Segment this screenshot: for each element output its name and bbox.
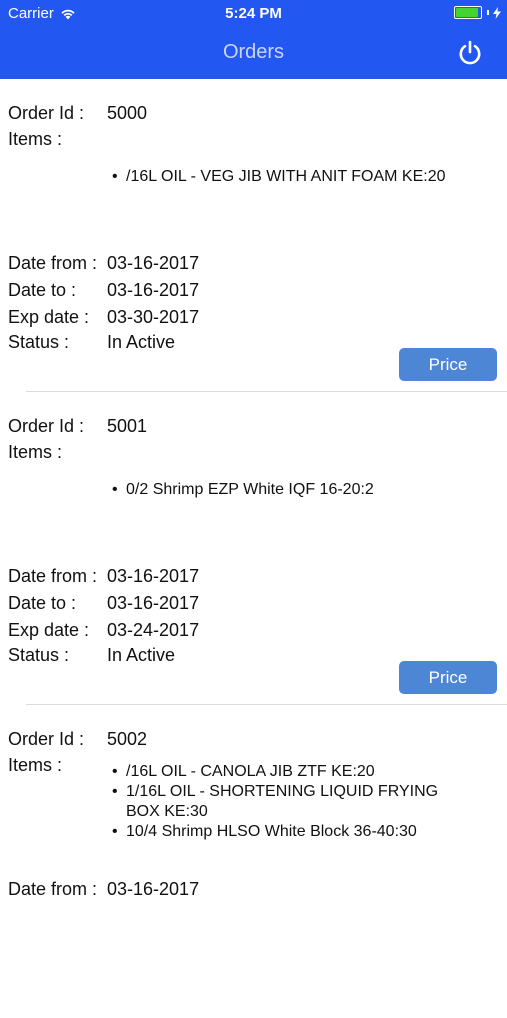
power-icon bbox=[459, 40, 481, 65]
status-value: In Active bbox=[107, 645, 176, 665]
exp-date-row: Exp date : 03-30-2017 bbox=[8, 305, 199, 329]
status-label: Status : bbox=[8, 645, 70, 665]
exp-date-label: Exp date : bbox=[8, 307, 90, 327]
battery-level bbox=[456, 8, 478, 17]
date-from-value: 03-16-2017 bbox=[107, 253, 200, 273]
list-item: 0/2 Shrimp EZP White IQF 16-20:2 bbox=[112, 480, 462, 500]
date-from-row: Date from : 03-16-2017 bbox=[8, 564, 199, 588]
items-list: /16L OIL - CANOLA JIB ZTF KE:20 1/16L OI… bbox=[112, 762, 462, 842]
status-row: Status : In Active bbox=[8, 330, 175, 354]
order-id-row: Order Id : 5001 bbox=[8, 414, 147, 438]
price-button[interactable]: Price bbox=[399, 348, 497, 381]
list-item: /16L OIL - CANOLA JIB ZTF KE:20 bbox=[112, 762, 462, 782]
date-from-row: Date from : 03-16-2017 bbox=[8, 877, 199, 901]
logout-button[interactable] bbox=[457, 40, 483, 66]
items-list: 0/2 Shrimp EZP White IQF 16-20:2 bbox=[112, 480, 462, 500]
battery-icon bbox=[454, 6, 482, 19]
exp-date-value: 03-24-2017 bbox=[107, 620, 200, 640]
page-title: Orders bbox=[222, 41, 285, 63]
list-item: 1/16L OIL - SHORTENING LIQUID FRYING BOX… bbox=[112, 782, 462, 822]
order-card[interactable]: Order Id : 5001 Items : 0/2 Shrimp EZP W… bbox=[0, 392, 507, 705]
items-list: /16L OIL - VEG JIB WITH ANIT FOAM KE:20 bbox=[112, 167, 462, 187]
charging-bolt-icon bbox=[493, 6, 501, 19]
order-id-label: Order Id : bbox=[8, 103, 85, 123]
order-card[interactable]: Order Id : 5000 Items : /16L OIL - VEG J… bbox=[0, 79, 507, 392]
app-header: Carrier 5:24 PM Orders bbox=[0, 0, 507, 79]
items-row: Items : bbox=[8, 127, 107, 151]
date-from-row: Date from : 03-16-2017 bbox=[8, 251, 199, 275]
navigation-bar: Orders bbox=[0, 28, 507, 79]
order-id-row: Order Id : 5002 bbox=[8, 727, 147, 751]
items-row: Items : bbox=[8, 440, 107, 464]
order-card[interactable]: Order Id : 5002 Items : /16L OIL - CANOL… bbox=[0, 705, 507, 1018]
order-id-value: 5002 bbox=[107, 729, 148, 749]
items-label: Items : bbox=[8, 442, 63, 462]
order-id-value: 5001 bbox=[107, 416, 148, 436]
exp-date-value: 03-30-2017 bbox=[107, 307, 200, 327]
date-to-value: 03-16-2017 bbox=[107, 593, 200, 613]
items-label: Items : bbox=[8, 755, 63, 775]
order-id-row: Order Id : 5000 bbox=[8, 101, 147, 125]
date-to-value: 03-16-2017 bbox=[107, 280, 200, 300]
status-label: Status : bbox=[8, 332, 70, 352]
price-button[interactable]: Price bbox=[399, 661, 497, 694]
order-id-value: 5000 bbox=[107, 103, 148, 123]
date-from-label: Date from : bbox=[8, 879, 98, 899]
date-from-value: 03-16-2017 bbox=[107, 879, 200, 899]
date-to-label: Date to : bbox=[8, 280, 77, 300]
items-row: Items : bbox=[8, 753, 107, 777]
date-to-row: Date to : 03-16-2017 bbox=[8, 278, 199, 302]
exp-date-row: Exp date : 03-24-2017 bbox=[8, 618, 199, 642]
order-id-label: Order Id : bbox=[8, 416, 85, 436]
order-id-label: Order Id : bbox=[8, 729, 85, 749]
battery-tip bbox=[487, 10, 489, 15]
date-to-row: Date to : 03-16-2017 bbox=[8, 591, 199, 615]
date-to-label: Date to : bbox=[8, 593, 77, 613]
status-bar: Carrier 5:24 PM bbox=[0, 0, 507, 28]
status-row: Status : In Active bbox=[8, 643, 175, 667]
list-item: 10/4 Shrimp HLSO White Block 36-40:30 bbox=[112, 822, 462, 842]
date-from-label: Date from : bbox=[8, 253, 98, 273]
items-label: Items : bbox=[8, 129, 63, 149]
orders-list: Order Id : 5000 Items : /16L OIL - VEG J… bbox=[0, 79, 507, 1018]
list-item: /16L OIL - VEG JIB WITH ANIT FOAM KE:20 bbox=[112, 167, 462, 187]
status-value: In Active bbox=[107, 332, 176, 352]
exp-date-label: Exp date : bbox=[8, 620, 90, 640]
status-time: 5:24 PM bbox=[225, 5, 282, 22]
date-from-label: Date from : bbox=[8, 566, 98, 586]
date-from-value: 03-16-2017 bbox=[107, 566, 200, 586]
